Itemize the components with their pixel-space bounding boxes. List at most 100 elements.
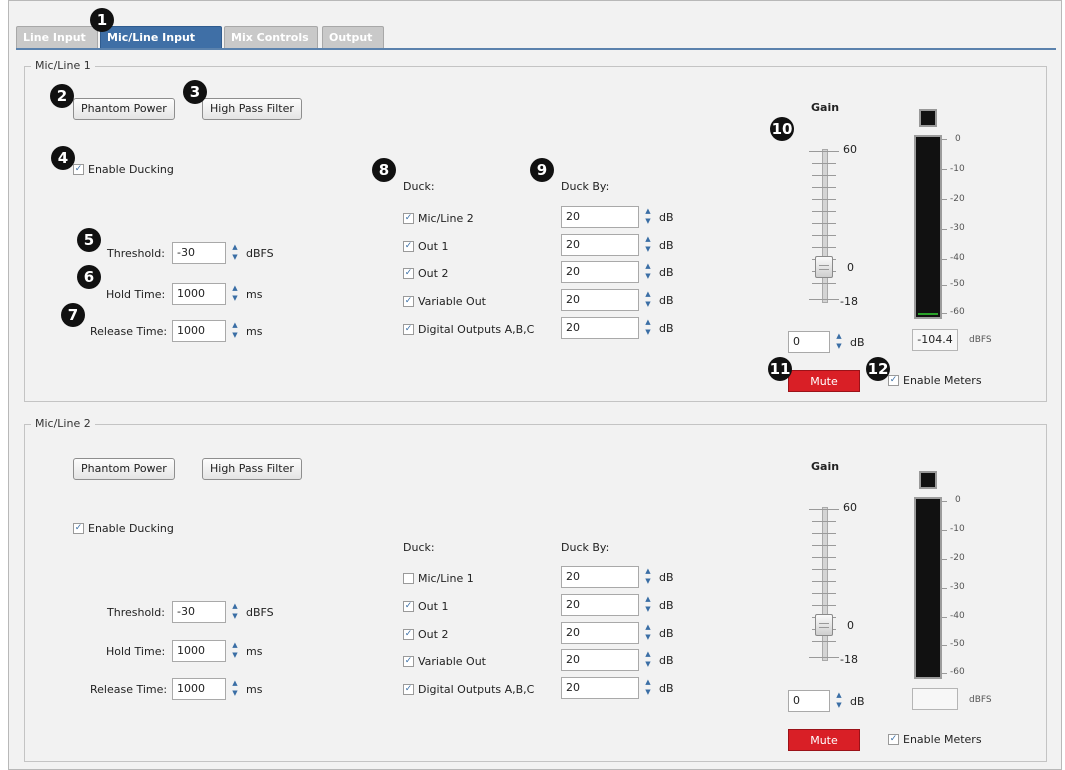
threshold-unit: dBFS [246,246,274,260]
spin-arrows-icon[interactable]: ▲ ▼ [832,691,846,711]
duck-by-spinner[interactable]: 20 ▲ ▼ dB [561,317,674,339]
gain-slider-track[interactable] [822,149,828,303]
spin-arrows-icon[interactable]: ▲ ▼ [641,318,655,338]
phantom-power-button[interactable]: Phantom Power [73,458,175,480]
release-time-field[interactable]: 1000 [172,678,226,700]
spin-arrows-icon[interactable]: ▲ ▼ [641,290,655,310]
duck-by-spinner[interactable]: 20 ▲ ▼ dB [561,566,674,588]
spin-arrows-icon[interactable]: ▲ ▼ [228,602,242,622]
duck-target-checkbox[interactable]: ✓ Mic/Line 1 [403,572,474,585]
slider-tick [812,581,836,582]
tab-output[interactable]: Output [322,26,384,48]
mute-button[interactable]: Mute [788,729,860,751]
duck-by-field[interactable]: 20 [561,317,639,339]
duck-by-spinner[interactable]: 20 ▲ ▼ dB [561,649,674,671]
threshold-spinner[interactable]: -30 ▲ ▼ dBFS [172,242,274,264]
enable-meters-checkbox[interactable]: ✓ Enable Meters [888,374,982,387]
callout-badge: 9 [530,158,554,182]
duck-by-spinner[interactable]: 20 ▲ ▼ dB [561,677,674,699]
tab-mix-controls[interactable]: Mix Controls [224,26,318,48]
duck-by-field[interactable]: 20 [561,649,639,671]
duck-target-label: Mic/Line 1 [418,572,474,585]
gain-field[interactable]: 0 [788,690,830,712]
check-icon: ✓ [73,164,84,175]
duck-target-checkbox[interactable]: ✓ Out 1 [403,600,448,613]
meter-readout [912,688,958,710]
meter-tick [942,530,947,531]
duck-by-field[interactable]: 20 [561,289,639,311]
duck-target-checkbox[interactable]: ✓ Variable Out [403,295,486,308]
duck-by-field[interactable]: 20 [561,206,639,228]
duck-target-checkbox[interactable]: ✓ Mic/Line 2 [403,212,474,225]
spin-arrows-icon[interactable]: ▲ ▼ [641,595,655,615]
release-time-spinner[interactable]: 1000 ▲ ▼ ms [172,678,262,700]
threshold-field[interactable]: -30 [172,601,226,623]
duck-by-spinner[interactable]: 20 ▲ ▼ dB [561,206,674,228]
hold-time-spinner[interactable]: 1000 ▲ ▼ ms [172,640,262,662]
spin-arrows-icon[interactable]: ▲ ▼ [832,332,846,352]
threshold-field[interactable]: -30 [172,242,226,264]
gain-slider-thumb[interactable] [815,614,833,636]
tab-mic-line-input[interactable]: Mic/Line Input [100,26,222,48]
duck-by-spinner[interactable]: 20 ▲ ▼ dB [561,594,674,616]
spin-arrows-icon[interactable]: ▲ ▼ [228,321,242,341]
enable-meters-checkbox[interactable]: ✓ Enable Meters [888,733,982,746]
release-time-spinner[interactable]: 1000 ▲ ▼ ms [172,320,262,342]
duck-by-field[interactable]: 20 [561,677,639,699]
high-pass-filter-button[interactable]: High Pass Filter [202,458,302,480]
spin-arrows-icon[interactable]: ▲ ▼ [641,650,655,670]
spin-arrows-icon[interactable]: ▲ ▼ [228,641,242,661]
hold-time-field[interactable]: 1000 [172,640,226,662]
channel-group-mic-line-2: Mic/Line 2 Phantom Power High Pass Filte… [24,417,1047,762]
duck-target-label: Digital Outputs A,B,C [418,323,535,336]
high-pass-filter-button[interactable]: High Pass Filter [202,98,302,120]
slider-tick [809,151,839,152]
duck-target-checkbox[interactable]: ✓ Out 2 [403,267,448,280]
duck-by-header: Duck By: [561,180,610,193]
slider-tick [812,223,836,224]
gain-max-label: 60 [843,143,857,156]
duck-target-checkbox[interactable]: ✓ Out 2 [403,628,448,641]
spin-arrows-icon[interactable]: ▲ ▼ [228,284,242,304]
spin-arrows-icon[interactable]: ▲ ▼ [641,678,655,698]
slider-tick [812,641,836,642]
hold-time-spinner[interactable]: 1000 ▲ ▼ ms [172,283,262,305]
enable-ducking-checkbox[interactable]: ✓ Enable Ducking [73,522,174,535]
spin-arrows-icon[interactable]: ▲ ▼ [641,567,655,587]
spin-arrows-icon[interactable]: ▲ ▼ [641,207,655,227]
duck-target-checkbox[interactable]: ✓ Out 1 [403,240,448,253]
duck-by-field[interactable]: 20 [561,234,639,256]
duck-target-checkbox[interactable]: ✓ Digital Outputs A,B,C [403,683,534,696]
meter-tick [942,285,947,286]
spin-arrows-icon[interactable]: ▲ ▼ [228,243,242,263]
enable-ducking-checkbox[interactable]: ✓ Enable Ducking [73,163,174,176]
gain-field[interactable]: 0 [788,331,830,353]
duck-by-field[interactable]: 20 [561,261,639,283]
duck-by-field[interactable]: 20 [561,622,639,644]
spin-arrows-icon[interactable]: ▲ ▼ [641,235,655,255]
tab-line-input[interactable]: Line Input [16,26,98,48]
gain-slider-track[interactable] [822,507,828,661]
hold-time-unit: ms [246,287,263,301]
hold-time-field[interactable]: 1000 [172,283,226,305]
duck-by-field[interactable]: 20 [561,566,639,588]
duck-by-spinner[interactable]: 20 ▲ ▼ dB [561,289,674,311]
duck-header: Duck: [403,541,435,554]
mute-button[interactable]: Mute [788,370,860,392]
spin-arrows-icon[interactable]: ▲ ▼ [641,262,655,282]
duck-by-field[interactable]: 20 [561,594,639,616]
duck-by-spinner[interactable]: 20 ▲ ▼ dB [561,234,674,256]
threshold-spinner[interactable]: -30 ▲ ▼ dBFS [172,601,274,623]
callout-badge: 4 [51,146,75,170]
spin-arrows-icon[interactable]: ▲ ▼ [641,623,655,643]
duck-target-checkbox[interactable]: ✓ Digital Outputs A,B,C [403,323,534,336]
duck-by-spinner[interactable]: 20 ▲ ▼ dB [561,261,674,283]
release-time-field[interactable]: 1000 [172,320,226,342]
spin-arrows-icon[interactable]: ▲ ▼ [228,679,242,699]
phantom-power-button[interactable]: Phantom Power [73,98,175,120]
gain-spinner[interactable]: 0 ▲ ▼ dB [788,331,865,353]
duck-by-spinner[interactable]: 20 ▲ ▼ dB [561,622,674,644]
gain-slider-thumb[interactable] [815,256,833,278]
gain-spinner[interactable]: 0 ▲ ▼ dB [788,690,865,712]
duck-target-checkbox[interactable]: ✓ Variable Out [403,655,486,668]
